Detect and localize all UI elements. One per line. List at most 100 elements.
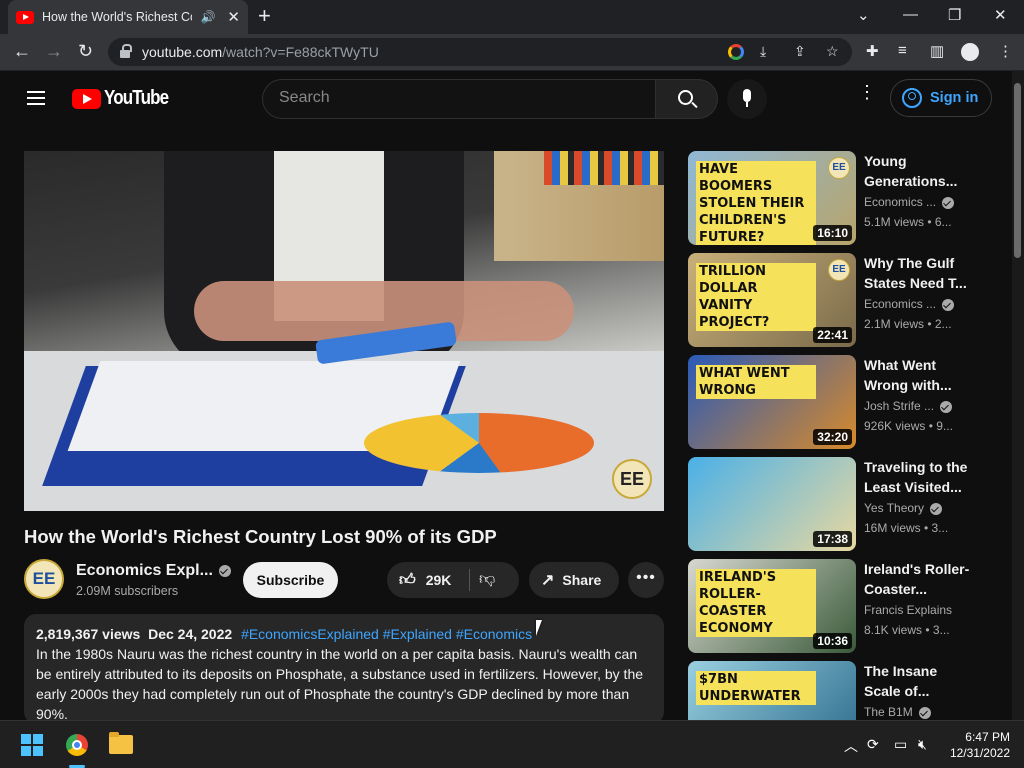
verified-badge-icon <box>930 502 943 515</box>
install-app-icon[interactable]: ⤓ <box>760 43 766 60</box>
page-scrollbar[interactable] <box>1012 71 1024 720</box>
background-books <box>544 151 664 185</box>
share-button[interactable]: ↗ Share <box>529 562 619 598</box>
mouse-cursor <box>536 620 548 636</box>
search-input[interactable]: Search <box>262 79 656 119</box>
channel-watermark-icon[interactable]: EE <box>612 459 652 499</box>
youtube-wordmark[interactable]: YouTube <box>104 87 169 110</box>
video-thumbnail[interactable]: Trillion Dollar Vanity Project? EE 22:41 <box>688 253 856 347</box>
recommendation-meta: 2.1M views • 2... <box>864 317 952 331</box>
url-text[interactable]: youtube.com/watch?v=Fe88ckTWyTU <box>142 44 379 60</box>
youtube-logo-icon[interactable] <box>72 89 101 109</box>
windows-start-icon[interactable] <box>21 734 43 756</box>
view-count: 2,819,367 views <box>36 626 141 642</box>
like-count: 29K <box>425 572 452 588</box>
profile-avatar-icon[interactable] <box>961 43 979 61</box>
recommendation-channel[interactable]: The B1M <box>864 705 931 719</box>
thumbnail-text: Ireland's roller-coaster economy <box>696 569 816 637</box>
video-thumbnail[interactable]: Ireland's roller-coaster economy 10:36 <box>688 559 856 653</box>
minimize-button[interactable]: — <box>903 6 918 23</box>
display-icon[interactable]: ▭ <box>894 736 907 753</box>
upload-date: Dec 24, 2022 <box>148 626 233 642</box>
volume-muted-icon[interactable]: 🔇︎ <box>918 736 927 753</box>
thumbnail-text: $7BN UNDERWATER <box>696 671 816 705</box>
search-icon <box>678 90 693 105</box>
close-tab-icon[interactable]: ✕ <box>227 8 240 26</box>
channel-avatar[interactable]: EE <box>24 559 64 599</box>
sign-in-button[interactable]: Sign in <box>890 79 992 117</box>
google-lens-icon[interactable] <box>728 44 744 60</box>
description-box[interactable]: 2,819,367 views Dec 24, 2022 #EconomicsE… <box>24 614 664 724</box>
search-button[interactable] <box>656 79 718 119</box>
extensions-puzzle-icon[interactable]: ✚ <box>866 42 879 60</box>
video-duration: 32:20 <box>813 429 852 445</box>
recommendation-meta: 926K views • 9... <box>864 419 953 433</box>
speaker-icon[interactable]: 🔊 <box>200 10 215 24</box>
close-window-button[interactable]: ✕ <box>994 6 1007 24</box>
share-label: Share <box>562 572 602 588</box>
recommendation-channel[interactable]: Josh Strife ... <box>864 399 953 413</box>
forward-button[interactable]: → <box>45 41 63 62</box>
microphone-icon <box>743 89 751 107</box>
lock-icon[interactable] <box>120 44 132 58</box>
tab-title: How the World's Richest Cou <box>42 10 193 24</box>
recommendation-title[interactable]: What Went Wrong with... <box>864 355 974 395</box>
chrome-menu-icon[interactable]: ⋮ <box>998 42 1013 60</box>
media-controls-icon[interactable]: ≡ <box>898 42 907 59</box>
verified-badge-icon <box>940 400 953 413</box>
recommendation-item[interactable]: What Went Wrong 32:20 What Went Wrong with… <box>688 355 988 449</box>
recommendation-item[interactable]: Trillion Dollar Vanity Project? EE 22:41 Wh… <box>688 253 988 347</box>
reload-button[interactable]: ↻ <box>78 41 93 62</box>
like-divider <box>469 569 470 591</box>
settings-more-icon[interactable]: ⋮ <box>858 83 876 101</box>
recommendation-title[interactable]: Traveling to the Least Visited... <box>864 457 974 497</box>
recommendation-channel[interactable]: Economics ... <box>864 297 955 311</box>
video-duration: 10:36 <box>813 633 852 649</box>
recommendation-item[interactable]: 17:38 Traveling to the Least Visited... Ye… <box>688 457 988 551</box>
side-panel-icon[interactable]: ▥ <box>930 42 944 60</box>
subscriber-count: 2.09M subscribers <box>76 584 179 598</box>
share-page-icon[interactable]: ⇪ <box>794 43 806 60</box>
recommendation-item[interactable]: Ireland's roller-coaster economy 10:36 Ire… <box>688 559 988 653</box>
new-tab-button[interactable]: + <box>258 5 271 27</box>
tab-search-icon[interactable]: ⌄ <box>857 6 870 24</box>
file-explorer-icon[interactable] <box>109 732 133 754</box>
verified-badge-icon <box>918 706 931 719</box>
thumbnail-text: Trillion Dollar Vanity Project? <box>696 263 816 331</box>
thumbnail-text: What Went Wrong <box>696 365 816 399</box>
video-thumbnail[interactable]: 17:38 <box>688 457 856 551</box>
scrollbar-thumb[interactable] <box>1014 83 1021 258</box>
address-bar[interactable]: youtube.com/watch?v=Fe88ckTWyTU ⤓ ⇪ ☆ <box>108 38 852 66</box>
hashtag-links[interactable]: #EconomicsExplained #Explained #Economic… <box>241 626 532 642</box>
video-thumbnail[interactable]: What Went Wrong 32:20 <box>688 355 856 449</box>
recommendation-title[interactable]: Why The Gulf States Need T... <box>864 253 974 293</box>
recommendation-channel[interactable]: Francis Explains <box>864 603 952 617</box>
voice-search-button[interactable] <box>727 79 767 119</box>
recommendation-title[interactable]: Young Generations... <box>864 151 974 191</box>
like-button[interactable]: 👍︎ 29K <box>387 562 469 598</box>
video-thumbnail[interactable]: Have Boomers Stolen Their Children's Fut… <box>688 151 856 245</box>
recommendation-title[interactable]: Ireland's Roller-Coaster... <box>864 559 974 599</box>
chrome-taskbar-icon[interactable] <box>66 734 88 756</box>
recommendation-channel[interactable]: Economics ... <box>864 195 955 209</box>
recommendation-item[interactable]: Have Boomers Stolen Their Children's Fut… <box>688 151 988 245</box>
video-player[interactable]: EE <box>24 151 664 511</box>
channel-badge-icon: EE <box>828 157 850 179</box>
back-button[interactable]: ← <box>13 41 31 62</box>
channel-name[interactable]: Economics Expl... <box>76 562 231 580</box>
system-clock[interactable]: 6:47 PM 12/31/2022 <box>946 729 1010 761</box>
video-duration: 22:41 <box>813 327 852 343</box>
sync-icon[interactable]: ⟳ <box>867 736 879 753</box>
recommendation-meta: 16M views • 3... <box>864 521 949 535</box>
bookmark-star-icon[interactable]: ☆ <box>826 43 839 60</box>
subscribe-button[interactable]: Subscribe <box>243 562 338 598</box>
restore-button[interactable]: ❐ <box>948 6 961 24</box>
dislike-button[interactable]: 👎︎ <box>479 570 495 589</box>
recommendation-title[interactable]: The Insane Scale of... <box>864 661 974 701</box>
tray-chevron-icon[interactable]: ︿ <box>844 736 858 756</box>
windows-taskbar: ︿ ⟳ ▭ 🔇︎ 6:47 PM 12/31/2022 <box>0 720 1024 768</box>
hamburger-menu-icon[interactable] <box>27 91 45 105</box>
recommendation-channel[interactable]: Yes Theory <box>864 501 943 515</box>
more-actions-button[interactable]: ••• <box>628 562 664 598</box>
browser-tab-youtube[interactable]: How the World's Richest Cou 🔊 ✕ <box>8 0 248 34</box>
